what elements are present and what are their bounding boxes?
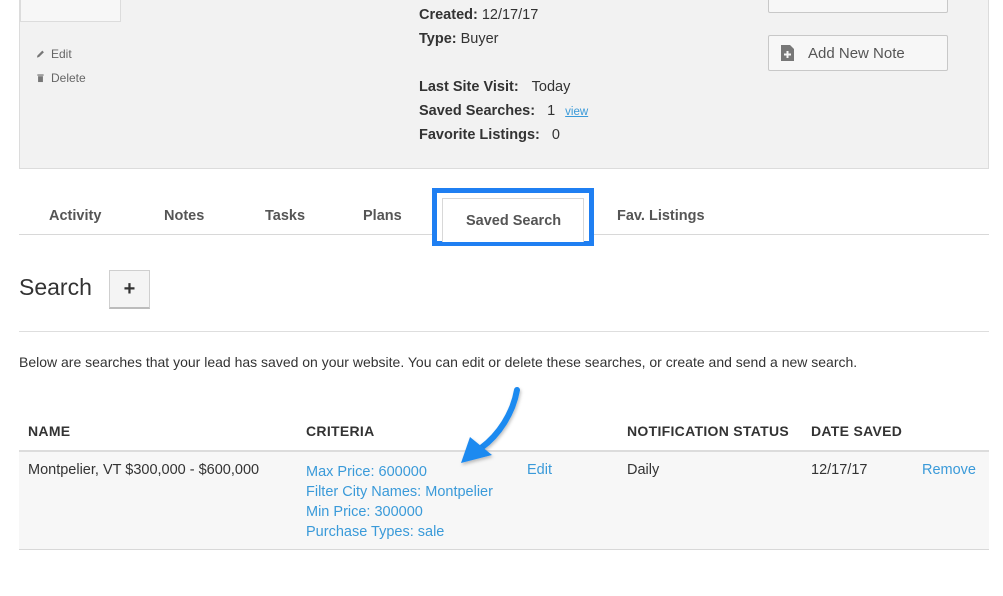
type-row: Type: Buyer — [419, 31, 499, 47]
criteria-item[interactable]: Filter City Names: Montpelier — [306, 482, 493, 502]
tab-highlight-box: Saved Search — [432, 188, 594, 246]
search-description: Below are searches that your lead has sa… — [19, 354, 858, 370]
arrow-annotation-icon — [461, 387, 520, 463]
remove-search-link[interactable]: Remove — [922, 462, 976, 478]
lead-avatar — [20, 0, 121, 22]
tab-saved-search[interactable]: Saved Search — [442, 198, 584, 242]
delete-lead-button[interactable]: Delete — [36, 71, 86, 85]
saved-searches-row: Saved Searches: 1 view — [419, 103, 588, 119]
tab-notes[interactable]: Notes — [164, 208, 204, 224]
last-visit-row: Last Site Visit: Today — [419, 79, 570, 95]
last-visit-value: Today — [531, 79, 571, 95]
favorite-listings-label: Favorite Listings: — [419, 127, 540, 143]
column-header-notification-status: NOTIFICATION STATUS — [627, 423, 790, 439]
column-header-name: NAME — [28, 423, 71, 439]
delete-lead-label: Delete — [51, 71, 86, 85]
tab-activity[interactable]: Activity — [49, 208, 101, 224]
type-value: Buyer — [460, 31, 499, 47]
add-new-note-label: Add New Note — [808, 44, 905, 62]
criteria-item[interactable]: Purchase Types: sale — [306, 522, 493, 542]
tab-tasks[interactable]: Tasks — [265, 208, 305, 224]
created-row: Created: 12/17/17 — [419, 7, 538, 23]
add-search-button[interactable]: + — [109, 270, 150, 309]
search-name-cell: Montpelier, VT $300,000 - $600,000 — [28, 462, 260, 478]
tab-saved-search-label: Saved Search — [466, 213, 562, 229]
created-label: Created: — [419, 7, 478, 23]
column-header-date-saved: DATE SAVED — [811, 423, 903, 439]
criteria-item[interactable]: Min Price: 300000 — [306, 502, 493, 522]
trash-icon — [37, 74, 44, 83]
edit-search-link[interactable]: Edit — [527, 462, 552, 478]
saved-searches-label: Saved Searches: — [419, 103, 536, 119]
criteria-cell: Max Price: 600000 Filter City Names: Mon… — [306, 462, 493, 542]
last-visit-label: Last Site Visit: — [419, 79, 519, 95]
tab-plans[interactable]: Plans — [363, 208, 402, 224]
date-saved-cell: 12/17/17 — [811, 462, 868, 478]
column-header-criteria: CRITERIA — [306, 423, 375, 439]
tab-fav-listings[interactable]: Fav. Listings — [617, 208, 705, 224]
search-section-title: Search — [19, 274, 92, 300]
partial-action-button[interactable] — [768, 0, 948, 13]
notification-status-cell: Daily — [627, 462, 660, 478]
favorite-listings-row: Favorite Listings: 0 — [419, 127, 560, 143]
edit-lead-label: Edit — [51, 47, 72, 61]
pencil-icon — [36, 50, 44, 58]
add-new-note-button[interactable]: Add New Note — [768, 35, 948, 71]
note-plus-icon — [781, 45, 794, 61]
type-label: Type: — [419, 31, 457, 47]
created-value: 12/17/17 — [481, 7, 539, 23]
favorite-listings-value: 0 — [551, 127, 560, 143]
section-divider — [19, 331, 989, 332]
saved-searches-value: 1 — [547, 103, 556, 119]
edit-lead-button[interactable]: Edit — [36, 47, 72, 61]
view-saved-searches-link[interactable]: view — [565, 106, 588, 118]
